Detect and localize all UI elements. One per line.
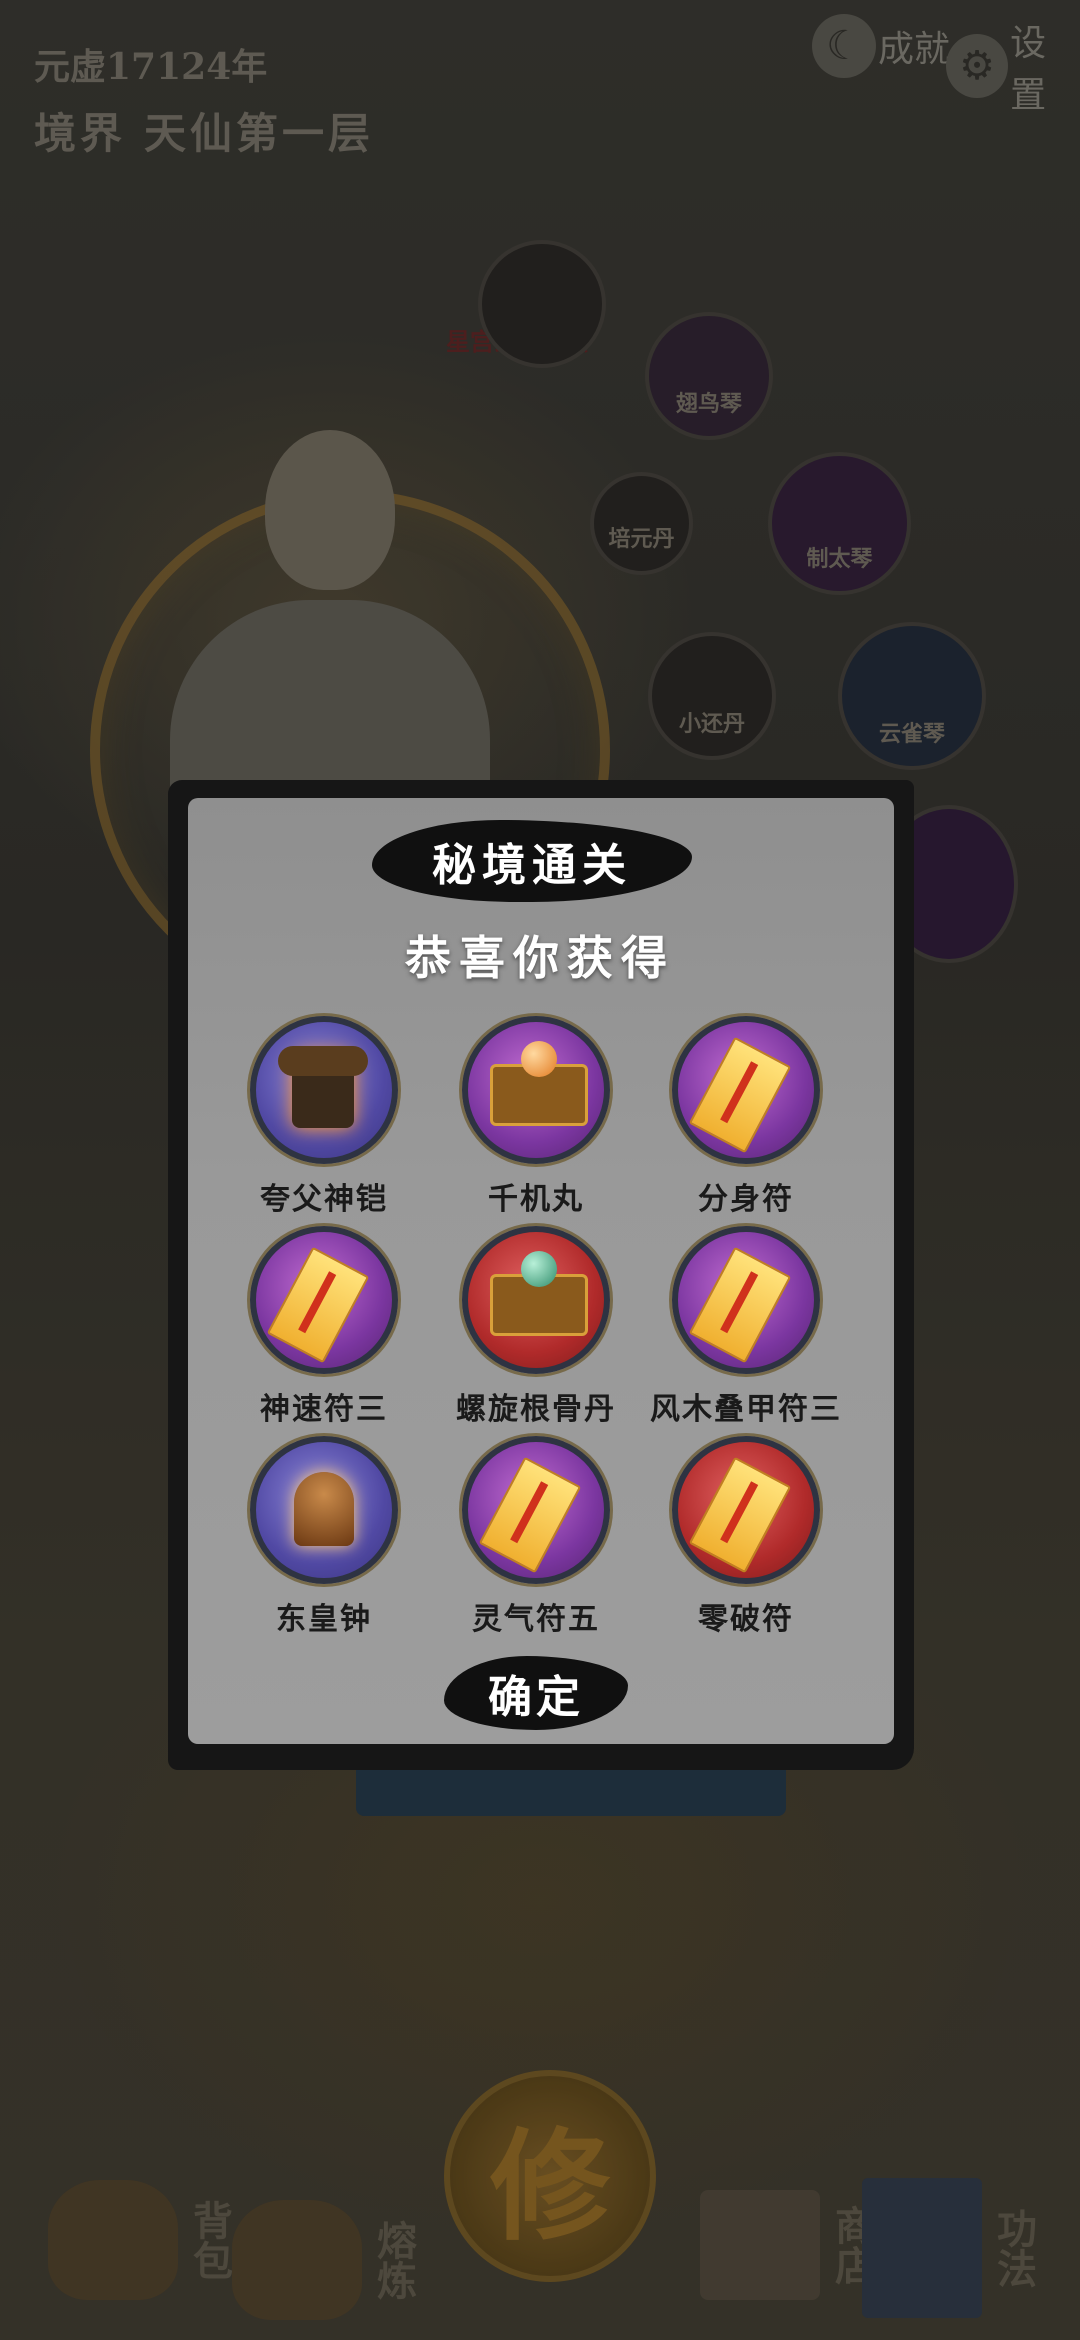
talisman-icon xyxy=(462,1436,610,1584)
reward-item[interactable]: 夸父神铠 xyxy=(224,1016,424,1218)
reward-name: 千机丸 xyxy=(488,1182,584,1217)
reward-item[interactable]: 零破符 xyxy=(646,1436,846,1638)
reward-name: 风木叠甲符三 xyxy=(650,1392,842,1427)
reward-item[interactable]: 分身符 xyxy=(646,1016,846,1218)
talisman-icon xyxy=(672,1016,820,1164)
talisman-icon xyxy=(672,1226,820,1374)
reward-item[interactable]: 神速符三 xyxy=(224,1226,424,1428)
reward-item[interactable]: 东皇钟 xyxy=(224,1436,424,1638)
reward-name: 东皇钟 xyxy=(276,1602,372,1637)
reward-item[interactable]: 螺旋根骨丹 xyxy=(436,1226,636,1428)
talisman-icon xyxy=(672,1436,820,1584)
reward-name: 灵气符五 xyxy=(472,1602,600,1637)
talisman-icon xyxy=(250,1226,398,1374)
armor-icon xyxy=(250,1016,398,1164)
reward-item[interactable]: 灵气符五 xyxy=(436,1436,636,1638)
reward-name: 螺旋根骨丹 xyxy=(456,1392,616,1427)
reward-item[interactable]: 千机丸 xyxy=(436,1016,636,1218)
reward-name: 分身符 xyxy=(698,1182,794,1217)
treasure-chest-icon xyxy=(462,1016,610,1164)
dialog-message: 恭喜你获得 xyxy=(405,931,675,985)
treasure-chest-icon xyxy=(462,1226,610,1374)
bell-icon xyxy=(250,1436,398,1584)
reward-name: 神速符三 xyxy=(260,1392,388,1427)
reward-item[interactable]: 风木叠甲符三 xyxy=(646,1226,846,1428)
reward-name: 夸父神铠 xyxy=(260,1182,388,1217)
reward-name: 零破符 xyxy=(698,1602,794,1637)
